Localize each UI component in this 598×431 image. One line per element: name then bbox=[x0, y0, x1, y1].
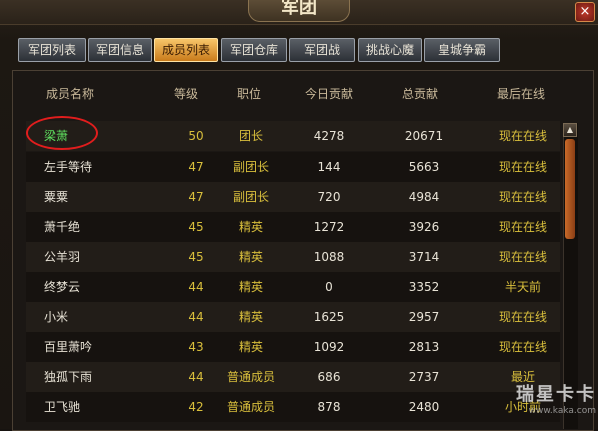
member-name: 终梦云 bbox=[44, 280, 81, 294]
member-total-contribution: 4984 bbox=[408, 190, 440, 204]
member-name: 卫飞驰 bbox=[44, 400, 81, 414]
scrollbar-thumb[interactable] bbox=[565, 139, 575, 239]
member-role: 精英 bbox=[238, 250, 263, 264]
member-name: 独孤下雨 bbox=[44, 370, 93, 384]
watermark-sub: www.kaka.com bbox=[528, 406, 596, 416]
member-level: 47 bbox=[188, 160, 204, 174]
member-today-contribution: 1625 bbox=[313, 310, 345, 324]
member-last-online: 现在在线 bbox=[498, 310, 547, 324]
close-button[interactable]: × bbox=[575, 2, 595, 22]
member-role: 精英 bbox=[238, 280, 263, 294]
member-total-contribution: 2813 bbox=[408, 340, 440, 354]
member-level: 47 bbox=[188, 190, 204, 204]
member-role: 精英 bbox=[238, 340, 263, 354]
table-row[interactable]: 百里萧吟 43 精英 1092 2813 现在在线 bbox=[26, 332, 560, 362]
member-today-contribution: 878 bbox=[317, 400, 341, 414]
member-today-contribution: 1272 bbox=[313, 220, 345, 234]
member-today-contribution: 720 bbox=[317, 190, 341, 204]
member-level: 42 bbox=[188, 400, 204, 414]
member-role: 精英 bbox=[238, 220, 263, 234]
member-last-online: 现在在线 bbox=[498, 129, 547, 143]
member-today-contribution: 4278 bbox=[313, 129, 345, 143]
member-role: 普通成员 bbox=[226, 370, 275, 384]
tab-legion-list[interactable]: 军团列表 bbox=[18, 38, 86, 62]
member-total-contribution: 5663 bbox=[408, 160, 440, 174]
table-row[interactable]: 梁萧 50 团长 4278 20671 现在在线 bbox=[26, 121, 560, 151]
member-level: 44 bbox=[188, 280, 204, 294]
member-role: 普通成员 bbox=[226, 400, 275, 414]
member-name: 小米 bbox=[44, 310, 69, 324]
member-total-contribution: 2957 bbox=[408, 310, 440, 324]
member-last-online: 现在在线 bbox=[498, 160, 547, 174]
member-total-contribution: 2737 bbox=[408, 370, 440, 384]
header-name[interactable]: 成员名称 bbox=[40, 85, 100, 102]
member-total-contribution: 2480 bbox=[408, 400, 440, 414]
member-today-contribution: 1088 bbox=[313, 250, 345, 264]
table-row[interactable]: 终梦云 44 精英 0 3352 半天前 bbox=[26, 272, 560, 302]
tab-challenge-demon[interactable]: 挑战心魔 bbox=[358, 38, 422, 62]
tab-legion-war[interactable]: 军团战 bbox=[289, 38, 355, 62]
member-name: 百里萧吟 bbox=[44, 340, 93, 354]
member-last-online: 现在在线 bbox=[498, 220, 547, 234]
tab-legion-warehouse[interactable]: 军团仓库 bbox=[221, 38, 287, 62]
member-role: 精英 bbox=[238, 310, 263, 324]
member-level: 50 bbox=[188, 129, 204, 143]
member-name: 公羊羽 bbox=[44, 250, 81, 264]
member-today-contribution: 0 bbox=[325, 280, 333, 294]
member-name: 粟粟 bbox=[44, 190, 69, 204]
table-row[interactable]: 小米 44 精英 1625 2957 现在在线 bbox=[26, 302, 560, 332]
member-level: 45 bbox=[188, 220, 204, 234]
member-last-online: 半天前 bbox=[504, 280, 541, 294]
member-role: 团长 bbox=[238, 129, 263, 143]
tab-legion-info[interactable]: 军团信息 bbox=[88, 38, 152, 62]
member-last-online: 现在在线 bbox=[498, 340, 547, 354]
member-name: 左手等待 bbox=[44, 160, 93, 174]
member-name: 萧千绝 bbox=[44, 220, 81, 234]
header-today-contribution[interactable]: 今日贡献 bbox=[294, 85, 364, 102]
table-row[interactable]: 粟粟 47 副团长 720 4984 现在在线 bbox=[26, 182, 560, 212]
watermark-text: 瑞星卡卡 bbox=[516, 384, 596, 405]
member-role: 副团长 bbox=[232, 190, 269, 204]
member-level: 44 bbox=[188, 370, 204, 384]
window-title: 军团 bbox=[248, 0, 350, 22]
member-last-online: 现在在线 bbox=[498, 190, 547, 204]
member-total-contribution: 3926 bbox=[408, 220, 440, 234]
game-window: 军团 × 军团列表 军团信息 成员列表 军团仓库 军团战 挑战心魔 皇城争霸 成… bbox=[0, 0, 598, 431]
tab-imperial-siege[interactable]: 皇城争霸 bbox=[424, 38, 500, 62]
highlight-circle bbox=[26, 116, 98, 150]
member-last-online: 现在在线 bbox=[498, 250, 547, 264]
table-row[interactable]: 左手等待 47 副团长 144 5663 现在在线 bbox=[26, 152, 560, 182]
member-level: 45 bbox=[188, 250, 204, 264]
member-level: 43 bbox=[188, 340, 204, 354]
table-row[interactable]: 萧千绝 45 精英 1272 3926 现在在线 bbox=[26, 212, 560, 242]
table-row[interactable]: 公羊羽 45 精英 1088 3714 现在在线 bbox=[26, 242, 560, 272]
header-total-contribution[interactable]: 总贡献 bbox=[390, 85, 450, 102]
table-header: 成员名称 等级 职位 今日贡献 总贡献 最后在线 bbox=[12, 72, 592, 112]
member-role: 副团长 bbox=[232, 160, 269, 174]
member-today-contribution: 1092 bbox=[313, 340, 345, 354]
member-today-contribution: 686 bbox=[317, 370, 341, 384]
watermark: 瑞星卡卡 www.kaka.com bbox=[460, 380, 596, 428]
scroll-up-icon[interactable]: ▲ bbox=[563, 123, 577, 137]
tab-member-list[interactable]: 成员列表 bbox=[154, 38, 218, 62]
member-level: 44 bbox=[188, 310, 204, 324]
member-today-contribution: 144 bbox=[317, 160, 341, 174]
header-role[interactable]: 职位 bbox=[224, 85, 274, 102]
member-total-contribution: 3352 bbox=[408, 280, 440, 294]
member-total-contribution: 3714 bbox=[408, 250, 440, 264]
member-total-contribution: 20671 bbox=[404, 129, 444, 143]
header-last-online[interactable]: 最后在线 bbox=[486, 85, 556, 102]
header-level[interactable]: 等级 bbox=[166, 85, 206, 102]
title-bar: 军团 × bbox=[0, 0, 598, 25]
